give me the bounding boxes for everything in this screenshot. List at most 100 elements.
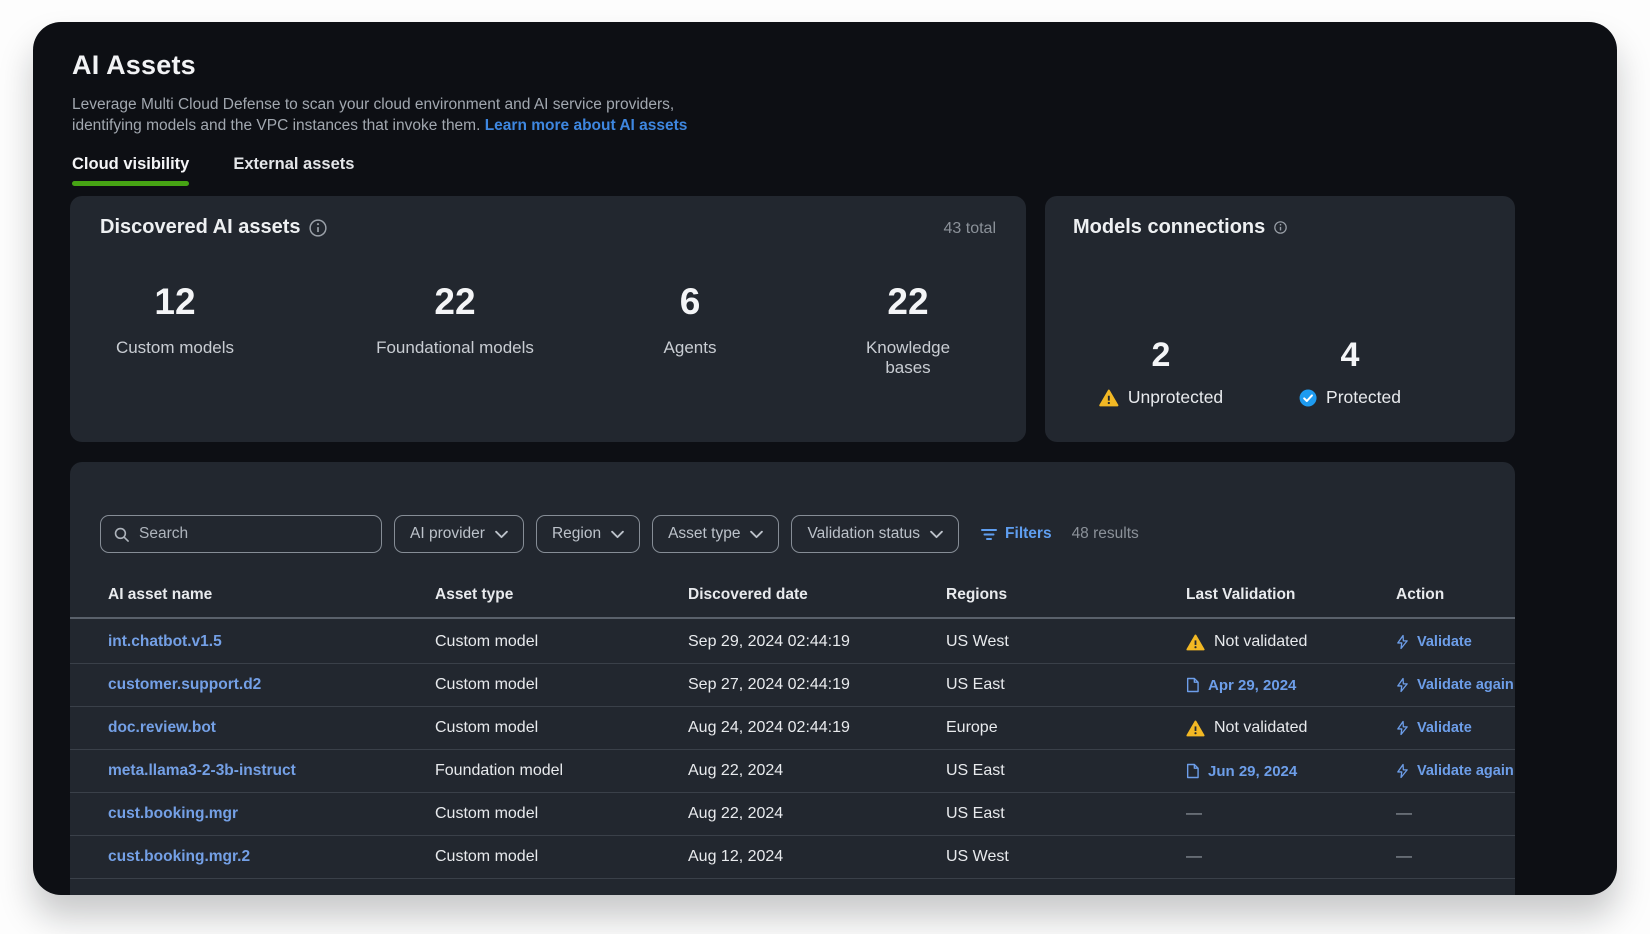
table-row: cust.booking.mgr.2 Custom model Aug 12, … (70, 836, 1515, 879)
results-count: 48 results (1072, 525, 1139, 543)
asset-name-link[interactable]: meta.llama3-2-3b-instruct (108, 762, 435, 780)
action-cell: Validate (1396, 634, 1515, 650)
asset-name-link[interactable]: cust.booking.mgr (108, 805, 435, 823)
regions-cell: US East (946, 676, 1186, 694)
asset-name-link[interactable]: customer.support.d2 (108, 676, 435, 694)
search-icon (113, 526, 130, 543)
lightning-icon (1396, 677, 1409, 693)
discovered-date-cell: Aug 12, 2024 (688, 848, 946, 866)
info-icon[interactable] (309, 219, 327, 237)
validation-status-label: Not validated (1214, 633, 1307, 651)
warning-triangle-icon (1186, 634, 1205, 651)
action-cell: — (1396, 848, 1515, 866)
empty-value: — (1186, 848, 1202, 866)
empty-value: — (1396, 848, 1412, 866)
asset-type-cell: Custom model (435, 633, 688, 651)
stat-custom-models: 12 Custom models (116, 281, 234, 358)
discovered-date-cell: Sep 29, 2024 02:44:19 (688, 633, 946, 651)
column-header: Last Validation (1186, 586, 1396, 604)
ai-assets-panel: AI Assets Leverage Multi Cloud Defense t… (33, 22, 1617, 895)
regions-cell: US West (946, 848, 1186, 866)
stat-label: Knowledge bases (849, 338, 967, 378)
last-validation-cell: Jun 29, 2024 (1186, 763, 1396, 780)
asset-name-link[interactable]: int.chatbot.v1.5 (108, 633, 435, 651)
validate-label: Validate again (1417, 763, 1514, 779)
models-connections-card: Models connections 2 Unprotected 4 Prote… (1045, 196, 1515, 442)
asset-name-link[interactable]: cust.booking.mgr.2 (108, 848, 435, 866)
regions-cell: Europe (946, 719, 1186, 737)
warning-triangle-icon (1099, 389, 1119, 407)
table-row: meta.llama3-2-3b-instruct Foundation mod… (70, 750, 1515, 793)
regions-cell: US West (946, 633, 1186, 651)
check-circle-icon (1299, 389, 1317, 407)
description-line1: Leverage Multi Cloud Defense to scan you… (72, 96, 674, 113)
stat-value: 6 (664, 281, 717, 323)
stat-label: Custom models (116, 338, 234, 358)
stat-knowledge-bases: 22 Knowledge bases (849, 281, 967, 378)
assets-table-card: AI provider Region Asset type Validation… (70, 462, 1515, 895)
discovered-assets-title: Discovered AI assets (100, 216, 300, 239)
validate-button[interactable]: Validate again (1396, 763, 1514, 779)
dropdown-asset-type[interactable]: Asset type (652, 515, 779, 553)
table-row: int.chatbot.v1.5 Custom model Sep 29, 20… (70, 621, 1515, 664)
stat-value: 4 (1299, 336, 1401, 375)
validation-date-link[interactable]: Apr 29, 2024 (1208, 677, 1296, 694)
table-row: customer.support.d2 Custom model Sep 27,… (70, 664, 1515, 707)
action-cell: Validate (1396, 720, 1515, 736)
asset-name-link[interactable]: doc.review.bot (108, 719, 435, 737)
validate-label: Validate (1417, 634, 1472, 650)
chevron-down-icon (930, 530, 943, 539)
regions-cell: US East (946, 762, 1186, 780)
page-description: Leverage Multi Cloud Defense to scan you… (72, 94, 687, 136)
action-cell: — (1396, 805, 1515, 823)
stat-protected: 4 Protected (1299, 336, 1401, 408)
dropdown-label: Asset type (668, 525, 740, 543)
validate-button[interactable]: Validate (1396, 720, 1472, 736)
validate-button[interactable]: Validate (1396, 634, 1472, 650)
dropdown-validation-status[interactable]: Validation status (791, 515, 959, 553)
dropdown-ai-provider[interactable]: AI provider (394, 515, 524, 553)
validation-date-link[interactable]: Jun 29, 2024 (1208, 763, 1297, 780)
last-validation-cell: — (1186, 848, 1396, 866)
last-validation-cell: Not validated (1186, 633, 1396, 651)
warning-triangle-icon (1186, 720, 1205, 737)
stat-value: 12 (116, 281, 234, 323)
document-icon (1186, 763, 1199, 779)
search-box[interactable] (100, 515, 382, 553)
stat-unprotected: 2 Unprotected (1099, 336, 1223, 408)
filters-label: Filters (1005, 525, 1052, 543)
stat-label: Agents (664, 338, 717, 358)
discovered-date-cell: Aug 24, 2024 02:44:19 (688, 719, 946, 737)
table-row: doc.review.bot Custom model Aug 24, 2024… (70, 707, 1515, 750)
column-header: AI asset name (108, 586, 435, 604)
learn-more-link[interactable]: Learn more about AI assets (485, 117, 688, 134)
tab-external-assets[interactable]: External assets (233, 155, 354, 186)
filters-button[interactable]: Filters (981, 525, 1052, 543)
asset-type-cell: Custom model (435, 676, 688, 694)
column-header: Asset type (435, 586, 688, 604)
dropdown-region[interactable]: Region (536, 515, 640, 553)
validate-button[interactable]: Validate again (1396, 677, 1514, 693)
models-connections-title: Models connections (1073, 216, 1265, 239)
discovered-date-cell: Aug 22, 2024 (688, 762, 946, 780)
last-validation-cell: Not validated (1186, 719, 1396, 737)
tab-cloud-visibility[interactable]: Cloud visibility (72, 155, 189, 186)
info-icon[interactable] (1274, 221, 1287, 234)
page-header: AI Assets Leverage Multi Cloud Defense t… (72, 50, 687, 186)
column-header: Regions (946, 586, 1186, 604)
stat-value: 2 (1099, 336, 1223, 375)
stat-label: Protected (1326, 387, 1401, 408)
dropdown-label: AI provider (410, 525, 485, 543)
stat-label: Foundational models (376, 338, 534, 358)
discovered-assets-card: Discovered AI assets 43 total 12 Custom … (70, 196, 1026, 442)
total-count: 43 total (944, 220, 996, 238)
column-header: Action (1396, 586, 1515, 604)
table-header: AI asset name Asset type Discovered date… (70, 572, 1515, 619)
asset-type-cell: Custom model (435, 805, 688, 823)
dropdown-label: Region (552, 525, 601, 543)
page-title: AI Assets (72, 50, 687, 81)
action-cell: Validate again (1396, 677, 1515, 693)
stat-foundational-models: 22 Foundational models (376, 281, 534, 358)
search-input[interactable] (139, 525, 369, 543)
table-body: int.chatbot.v1.5 Custom model Sep 29, 20… (70, 621, 1515, 879)
